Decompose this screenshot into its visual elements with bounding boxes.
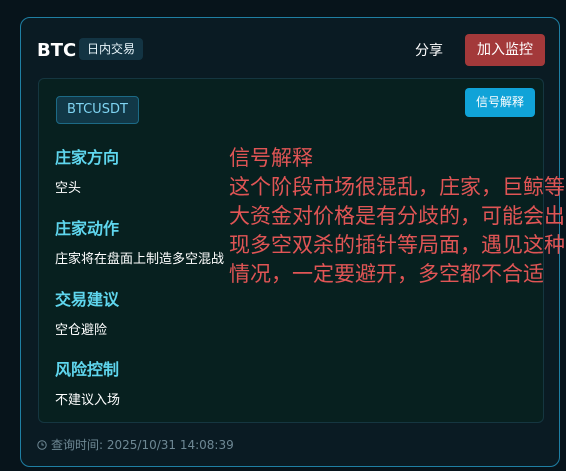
section-value-suggestion: 空仓避险	[55, 323, 108, 338]
query-time-text: 查询时间: 2025/10/31 14:08:39	[51, 438, 234, 452]
pair-badge: BTCUSDT	[56, 96, 139, 124]
overlay-text: 这个阶段市场很混乱，庄家，巨鲸等大资金对价格是有分歧的，可能会出现多空双杀的插针…	[229, 175, 565, 286]
section-title-suggestion: 交易建议	[55, 290, 120, 309]
section-value-direction: 空头	[55, 181, 82, 196]
symbol-title: BTC	[37, 40, 77, 61]
add-monitor-button[interactable]: 加入监控	[465, 34, 545, 66]
signal-explain-button[interactable]: 信号解释	[465, 88, 535, 117]
overlay-title: 信号解释	[229, 146, 313, 170]
trade-type-badge: 日内交易	[79, 38, 144, 60]
clock-icon	[37, 440, 47, 450]
section-title-action: 庄家动作	[55, 219, 120, 238]
section-value-action: 庄家将在盘面上制造多空混战	[55, 252, 225, 267]
section-value-risk: 不建议入场	[55, 393, 121, 408]
share-button[interactable]: 分享	[405, 36, 453, 66]
section-title-risk: 风险控制	[55, 360, 120, 379]
card-header: BTC 日内交易 分享 加入监控	[37, 34, 545, 68]
section-title-direction: 庄家方向	[55, 148, 120, 167]
query-time: 查询时间: 2025/10/31 14:08:39	[37, 436, 234, 453]
signal-explanation-overlay: 信号解释 这个阶段市场很混乱，庄家，巨鲸等大资金对价格是有分歧的，可能会出现多空…	[229, 144, 566, 289]
